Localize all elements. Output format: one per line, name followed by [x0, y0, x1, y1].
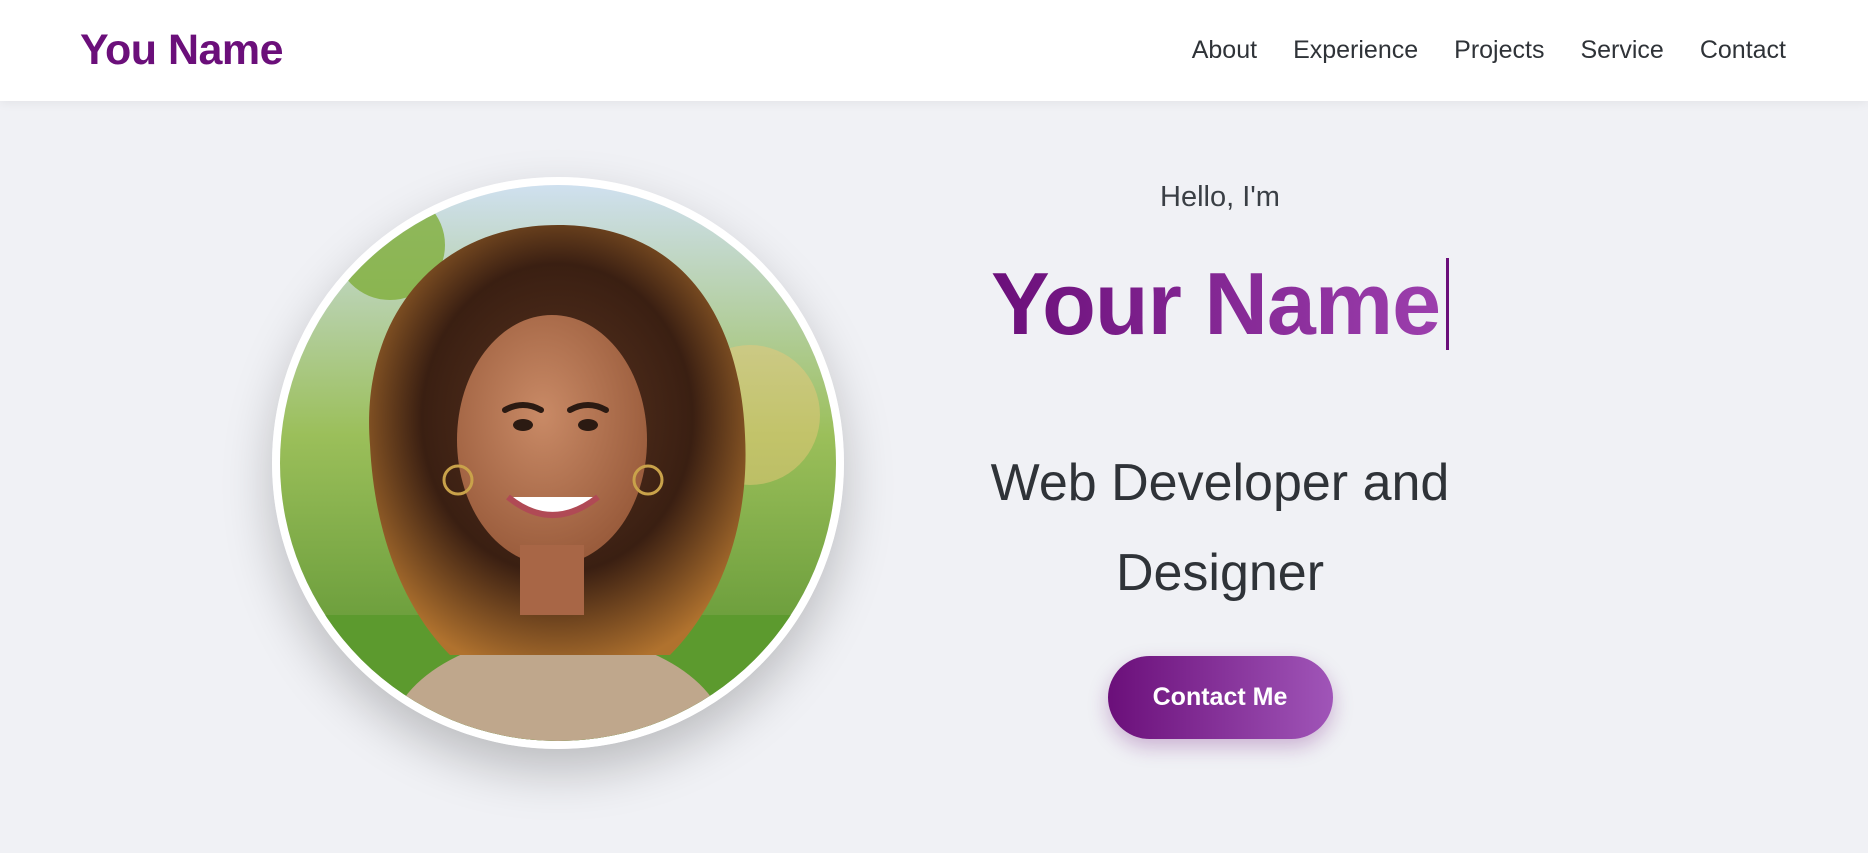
nav-link-projects[interactable]: Projects [1454, 36, 1544, 65]
typing-cursor [1446, 258, 1450, 350]
navbar: You Name About Experience Projects Servi… [0, 0, 1868, 101]
site-logo[interactable]: You Name [80, 26, 284, 75]
name-row: Your Name [900, 254, 1540, 354]
hero-section: Hello, I'm Your Name Web Developer and D… [0, 101, 1868, 853]
main-nav: About Experience Projects Service Contac… [1192, 36, 1786, 65]
greeting-text: Hello, I'm [1160, 181, 1280, 213]
nav-link-experience[interactable]: Experience [1293, 36, 1418, 65]
role-line-1: Web Developer and [990, 454, 1450, 512]
nav-link-about[interactable]: About [1192, 36, 1257, 65]
contact-me-button[interactable]: Contact Me [1107, 656, 1333, 739]
hero-name: Your Name [990, 254, 1441, 353]
hero-text: Hello, I'm Your Name Web Developer and D… [900, 181, 1540, 739]
role-line-2: Designer [1115, 544, 1325, 602]
nav-link-contact[interactable]: Contact [1700, 36, 1786, 65]
nav-link-service[interactable]: Service [1580, 36, 1663, 65]
portrait-photo-icon [280, 185, 836, 741]
profile-photo [272, 177, 844, 749]
role-text: Web Developer and Designer [900, 438, 1540, 618]
